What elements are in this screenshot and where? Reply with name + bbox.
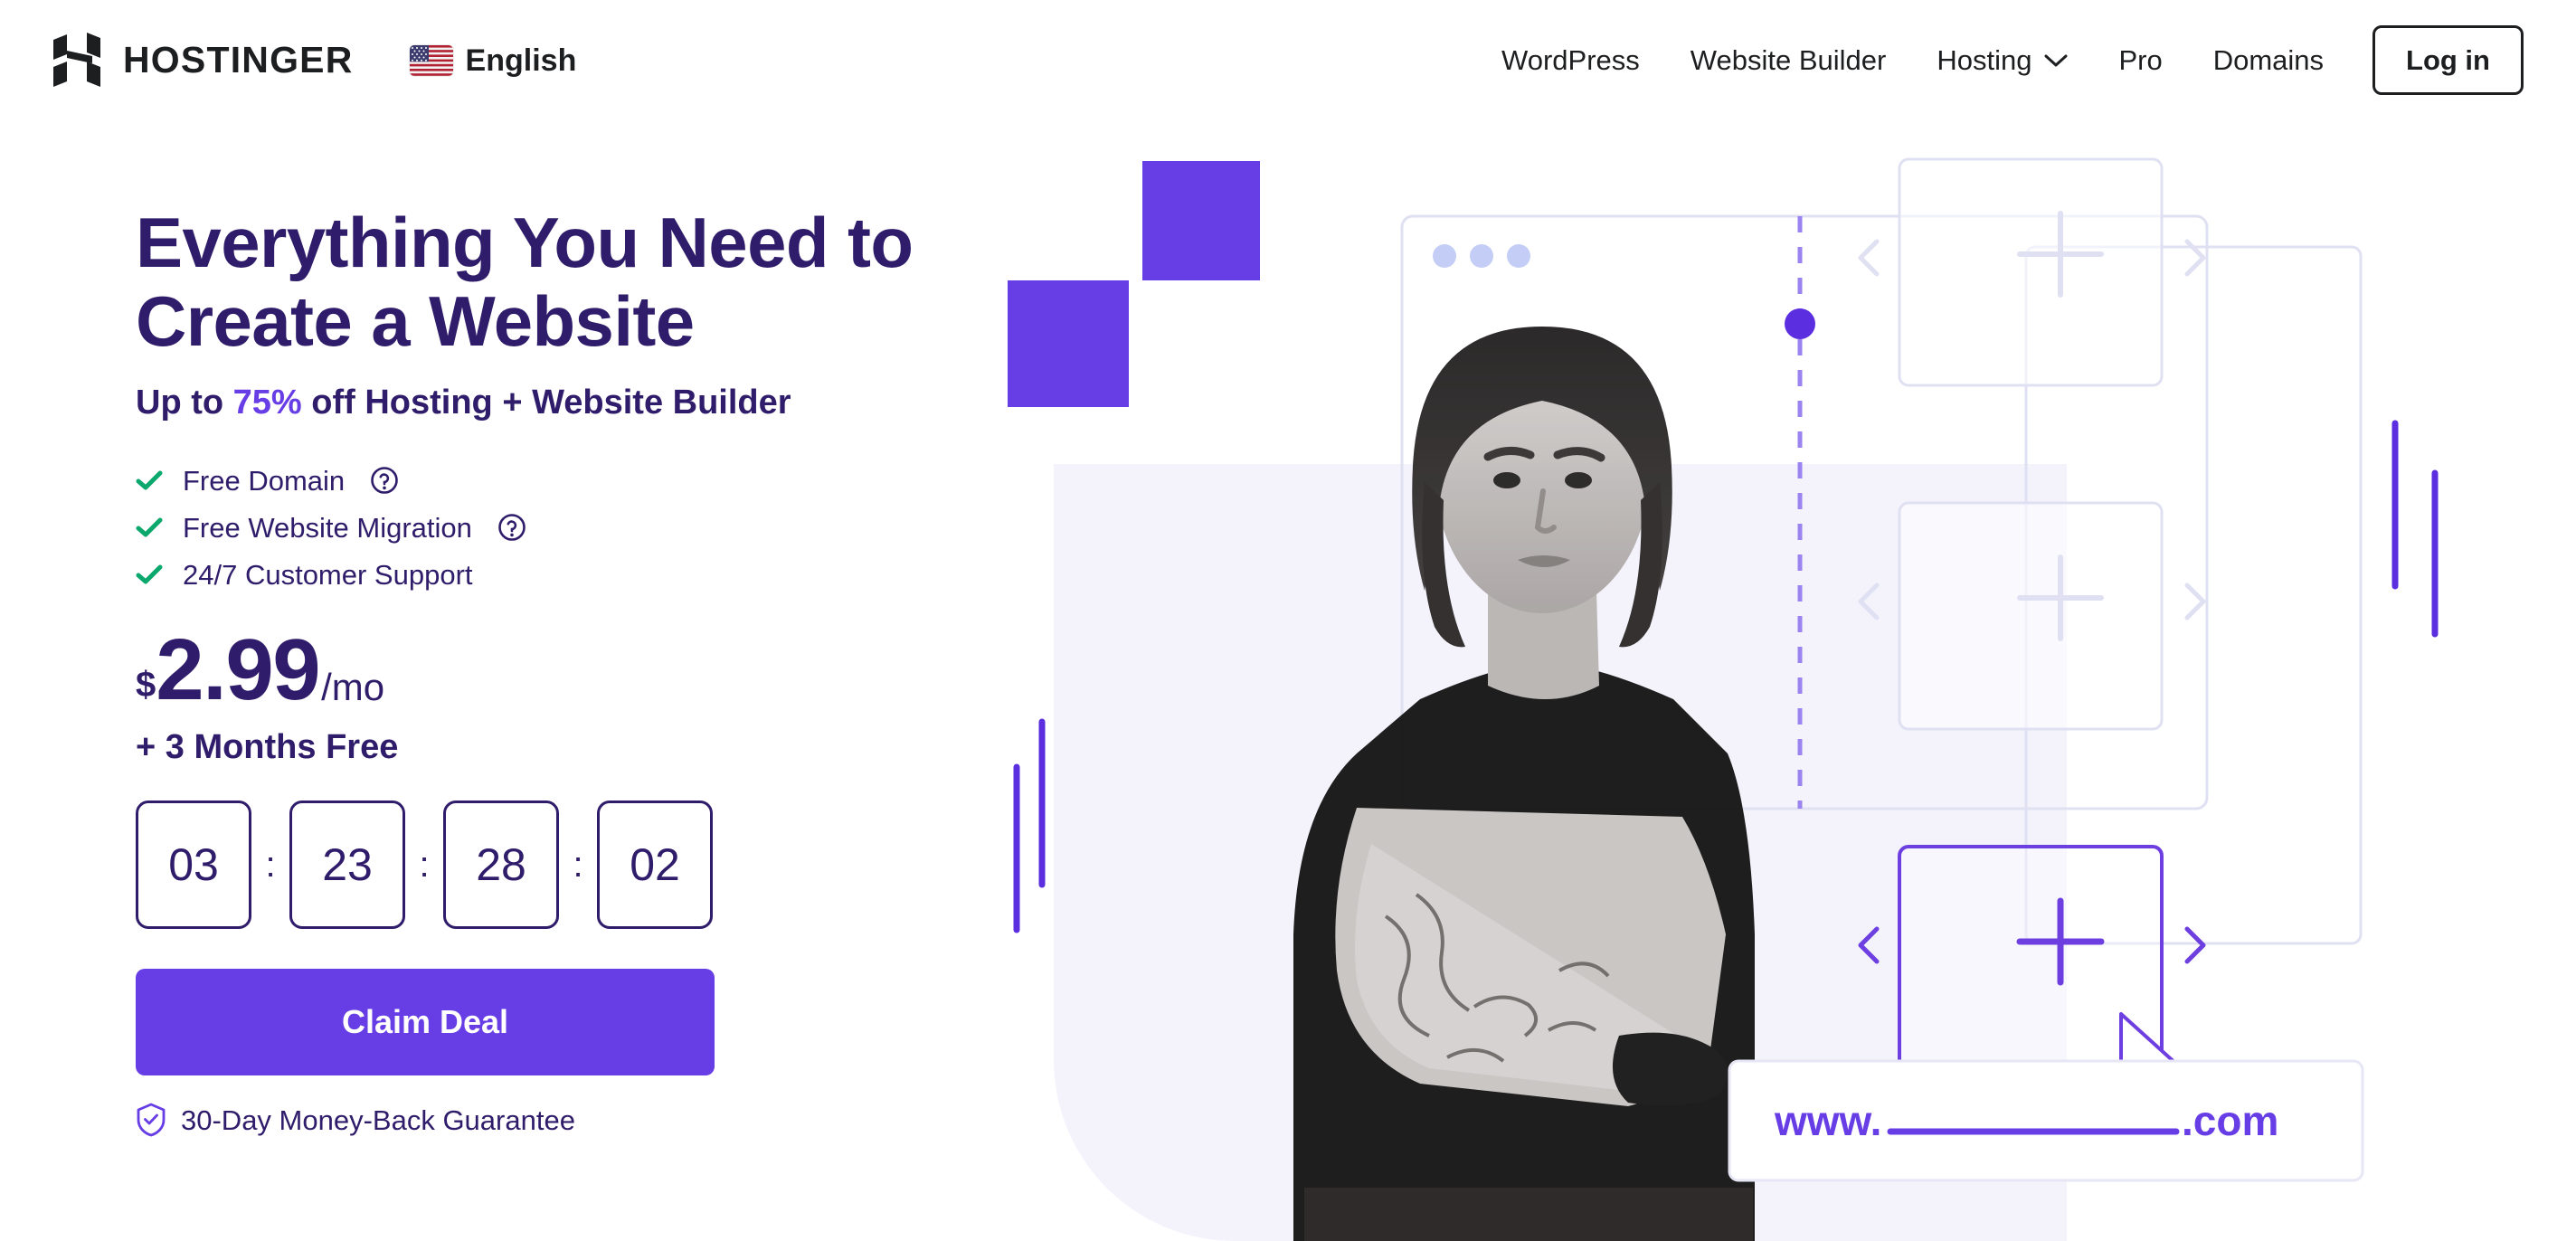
violet-square-upper — [1142, 161, 1260, 280]
list-item: 24/7 Customer Support — [136, 551, 1040, 598]
chevron-right-icon — [2184, 926, 2206, 964]
check-icon — [136, 564, 163, 584]
feature-label: 24/7 Customer Support — [183, 558, 473, 591]
placeholder-card-1 — [1858, 157, 2206, 387]
woman-with-tattoos-photo — [1293, 327, 1755, 1241]
chevron-left-icon — [1858, 239, 1880, 277]
price-display: $ 2.99 /mo — [136, 627, 1040, 714]
login-button[interactable]: Log in — [2372, 25, 2524, 95]
nav-label: Website Builder — [1690, 44, 1887, 76]
subhead-prefix: Up to — [136, 383, 233, 422]
countdown-value: 28 — [476, 839, 526, 891]
countdown-unit-minutes: 28 — [443, 800, 559, 930]
nav-label: Domains — [2212, 44, 2325, 76]
price-amount: 2.99 — [156, 621, 320, 719]
page-title: Everything You Need to Create a Website — [136, 203, 1040, 362]
price-period: /mo — [321, 666, 385, 709]
question-circle-icon[interactable] — [370, 466, 399, 495]
price-currency: $ — [136, 665, 156, 706]
countdown-unit-hours: 23 — [289, 800, 405, 930]
hero-subheadline: Up to 75% off Hosting + Website Builder — [136, 382, 1040, 425]
browser-dot-2 — [1470, 244, 1493, 268]
site-header: HOSTINGER English WordPress Website Buil… — [0, 0, 2576, 120]
countdown-separator: : — [419, 845, 430, 886]
browser-dot-3 — [1507, 244, 1530, 268]
domain-suffix-text: .com — [2182, 1097, 2278, 1144]
countdown-separator: : — [573, 845, 583, 886]
chevron-down-icon — [2044, 54, 2068, 66]
headline-line-1: Everything You Need to — [136, 203, 914, 282]
money-back-guarantee: 30-Day Money-Back Guarantee — [136, 1103, 1040, 1137]
countdown-value: 02 — [630, 839, 680, 891]
countdown-unit-days: 03 — [136, 800, 251, 930]
countdown-unit-seconds: 02 — [597, 800, 713, 930]
feature-label: Free Website Migration — [183, 511, 472, 544]
shield-check-icon — [137, 1103, 166, 1137]
brand-name: HOSTINGER — [123, 39, 354, 81]
subhead-suffix: off Hosting + Website Builder — [301, 383, 791, 422]
language-label: English — [465, 43, 577, 78]
placeholder-card-3-selected — [1858, 845, 2206, 1075]
card-frame — [1898, 501, 2164, 731]
language-selector[interactable]: English — [409, 43, 577, 78]
guide-handle-dot — [1785, 308, 1815, 339]
guarantee-label: 30-Day Money-Back Guarantee — [181, 1104, 575, 1136]
headline-line-2: Create a Website — [136, 281, 695, 362]
hero-content: Everything You Need to Create a Website … — [136, 203, 1040, 1137]
list-item: Free Domain — [136, 457, 1040, 504]
nav-item-hosting[interactable]: Hosting — [1911, 46, 2093, 74]
check-icon — [136, 517, 163, 537]
countdown-value: 03 — [168, 839, 219, 891]
bonus-months-label: + 3 Months Free — [136, 728, 399, 767]
domain-prefix-text: www. — [1774, 1097, 1881, 1144]
list-item: Free Website Migration — [136, 504, 1040, 551]
us-flag-icon — [409, 44, 453, 76]
brand-logo[interactable]: HOSTINGER — [52, 31, 354, 90]
countdown-separator: : — [265, 845, 276, 886]
nav-label: WordPress — [1501, 44, 1640, 76]
nav-label: Pro — [2118, 44, 2163, 76]
main-navigation: WordPress Website Builder Hosting Pro Do… — [1476, 25, 2524, 95]
hero-illustration: www. .com — [995, 120, 2576, 1241]
nav-label: Hosting — [1937, 44, 2032, 76]
nav-item-website-builder[interactable]: Website Builder — [1665, 46, 1912, 74]
nav-item-pro[interactable]: Pro — [2093, 46, 2187, 74]
question-circle-icon[interactable] — [497, 513, 526, 542]
hero-illustration-graphic: www. .com — [1008, 157, 2439, 1241]
discount-highlight: 75% — [232, 383, 302, 422]
hostinger-h-logo-icon — [53, 32, 100, 87]
check-icon — [136, 470, 163, 490]
nav-item-domains[interactable]: Domains — [2188, 46, 2349, 74]
countdown-timer: 03 : 23 : 28 : 02 — [136, 800, 1040, 930]
countdown-value: 23 — [322, 839, 373, 891]
claim-deal-button[interactable]: Claim Deal — [136, 969, 715, 1076]
browser-dot-1 — [1433, 244, 1456, 268]
card-frame — [1898, 157, 2164, 387]
feature-list: Free Domain Free Website Migration 24/7 … — [136, 457, 1040, 598]
chevron-right-icon — [2184, 583, 2206, 620]
hostinger-landing-page: HOSTINGER English WordPress Website Buil… — [0, 0, 2576, 1241]
nav-item-wordpress[interactable]: WordPress — [1476, 46, 1665, 74]
feature-label: Free Domain — [183, 464, 346, 497]
placeholder-card-2 — [1858, 501, 2206, 731]
